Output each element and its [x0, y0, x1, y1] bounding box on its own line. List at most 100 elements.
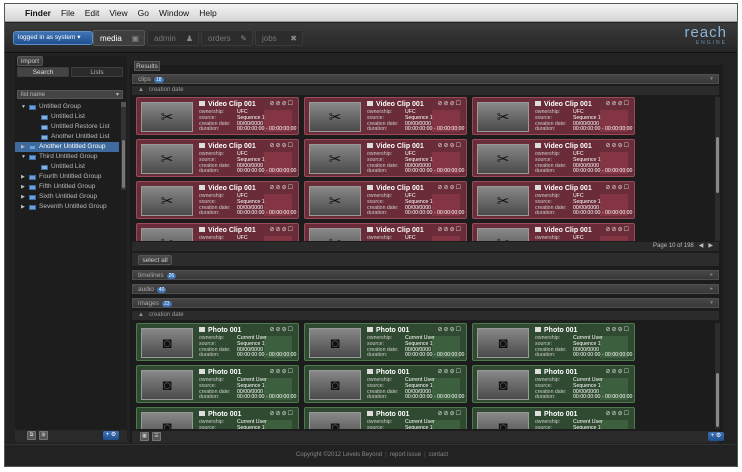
card-controls[interactable]: ⊘⊘⊘☐	[606, 410, 630, 417]
tab-media[interactable]: media ▣	[93, 30, 145, 46]
tree-group[interactable]: ▼ Untitled Group	[15, 102, 119, 112]
card-controls[interactable]: ⊘⊘⊘☐	[270, 410, 294, 417]
folder-add-icon[interactable]: ⊞	[39, 431, 48, 440]
tree-group[interactable]: ▶ Seventh Untitled Group	[15, 202, 119, 212]
card-controls[interactable]: ⊘⊘⊘☐	[606, 368, 630, 375]
gear-icon[interactable]: + ⚙	[103, 431, 119, 440]
video-clip-card[interactable]: ✂ Video Clip 001 ⊘⊘⊘☐ ownership:UFCsource:S…	[472, 139, 635, 177]
tab-admin[interactable]: admin ♟	[147, 30, 199, 46]
card-controls[interactable]: ⊘⊘⊘☐	[606, 142, 630, 149]
disclosure-closed-icon[interactable]: ▶	[21, 202, 25, 212]
video-clip-card[interactable]: ✂ Video Clip 001 ⊘⊘⊘☐ ownership:UFCsource:S…	[136, 139, 299, 177]
tree-group[interactable]: ▶ Another Untitled Group	[15, 142, 119, 152]
photo-card[interactable]: ◙ Photo 001 ⊘⊘⊘☐ ownership: Current User sour…	[304, 365, 467, 403]
card-controls[interactable]: ⊘⊘⊘☐	[270, 142, 294, 149]
list-name-select[interactable]: list name ▾	[17, 90, 123, 99]
tree-group[interactable]: ▼ Third Untitled Group	[15, 152, 119, 162]
photo-card[interactable]: ◙ Photo 001 ⊘⊘⊘☐ ownership: Current User sour…	[136, 407, 299, 429]
images-section-header[interactable]: images 23 ▾	[132, 298, 719, 308]
card-controls[interactable]: ⊘⊘⊘☐	[438, 100, 462, 107]
video-clip-card[interactable]: ✂ Video Clip 001 ⊘⊘⊘☐ ownership:UFCsource:S…	[136, 181, 299, 219]
disclosure-open-icon[interactable]: ▼	[21, 152, 26, 162]
menu-file[interactable]: File	[61, 8, 75, 18]
report-issue-link[interactable]: report issue	[390, 452, 421, 458]
audio-section-header[interactable]: audio 40 ▸	[132, 284, 719, 294]
card-controls[interactable]: ⊘⊘⊘☐	[270, 100, 294, 107]
tab-results[interactable]: Results	[134, 61, 160, 71]
disclosure-closed-icon[interactable]: ▶	[21, 192, 25, 202]
card-controls[interactable]: ⊘⊘⊘☐	[270, 368, 294, 375]
clips-section-header[interactable]: clips 18 ▾	[132, 74, 719, 84]
menu-window[interactable]: Window	[159, 8, 189, 18]
card-controls[interactable]: ⊘⊘⊘☐	[438, 410, 462, 417]
tab-orders[interactable]: orders ✎	[201, 30, 253, 46]
photo-card[interactable]: ◙ Photo 001 ⊘⊘⊘☐ ownership: Current User sour…	[136, 365, 299, 403]
card-controls[interactable]: ⊘⊘⊘☐	[270, 326, 294, 333]
disclosure-closed-icon[interactable]: ▶	[21, 142, 25, 152]
gear-icon[interactable]: + ⚙	[708, 432, 724, 441]
tree-label: Sixth Untitled Group	[39, 193, 98, 200]
timelines-section-header[interactable]: timelines 26 ▸	[132, 270, 719, 280]
card-metadata: ownership:Current Usersource:Sequence 1c…	[367, 335, 465, 359]
menu-help[interactable]: Help	[199, 8, 216, 18]
grid-view-icon[interactable]: ▦	[140, 432, 149, 441]
photo-card[interactable]: ◙ Photo 001 ⊘⊘⊘☐ ownership: Current User sour…	[304, 407, 467, 429]
next-page-icon[interactable]: ▶	[708, 243, 713, 249]
tree-scrollbar[interactable]	[121, 102, 126, 190]
photo-card[interactable]: ◙ Photo 001 ⊘⊘⊘☐ ownership: Current User sour…	[472, 323, 635, 361]
video-clip-card[interactable]: ✂ Video Clip 001 ⊘⊘⊘☐ ownership:UFCsource:S…	[304, 139, 467, 177]
select-all-button[interactable]: select all	[138, 255, 172, 265]
clips-scrollbar[interactable]	[715, 97, 720, 241]
video-clip-card[interactable]: ✂ Video Clip 001 ⊘⊘⊘☐ ownership:UFCsource:S…	[136, 97, 299, 135]
tree-group[interactable]: ▶ Sixth Untitled Group	[15, 192, 119, 202]
card-controls[interactable]: ⊘⊘⊘☐	[270, 226, 294, 233]
video-clip-card[interactable]: ✂ Video Clip 001 ⊘⊘⊘☐ ownership:UFCsource:S…	[472, 181, 635, 219]
copy-icon[interactable]: ⧉	[27, 431, 36, 440]
tree-list[interactable]: Untitled Restore List	[15, 122, 119, 132]
login-dropdown[interactable]: logged in as system ▾	[13, 31, 93, 45]
card-controls[interactable]: ⊘⊘⊘☐	[606, 226, 630, 233]
video-clip-card[interactable]: ✂ Video Clip 001 ⊘⊘⊘☐ ownership:UFCsource:S…	[136, 223, 299, 241]
list-view-icon[interactable]: ☰	[152, 432, 161, 441]
photo-card[interactable]: ◙ Photo 001 ⊘⊘⊘☐ ownership: Current User sour…	[304, 323, 467, 361]
contact-link[interactable]: contact	[429, 452, 448, 458]
card-controls[interactable]: ⊘⊘⊘☐	[438, 184, 462, 191]
card-controls[interactable]: ⊘⊘⊘☐	[606, 100, 630, 107]
tree-list[interactable]: Untitled List	[15, 162, 119, 172]
card-controls[interactable]: ⊘⊘⊘☐	[438, 368, 462, 375]
sort-bar[interactable]: ▲ creation date	[132, 86, 719, 95]
tab-search[interactable]: Search	[17, 67, 69, 77]
menu-view[interactable]: View	[109, 8, 127, 18]
card-controls[interactable]: ⊘⊘⊘☐	[438, 226, 462, 233]
folder-icon	[29, 205, 36, 210]
card-controls[interactable]: ⊘⊘⊘☐	[438, 326, 462, 333]
video-clip-card[interactable]: ✂ Video Clip 001 ⊘⊘⊘☐ ownership:UFCsource:S…	[304, 223, 467, 241]
video-clip-card[interactable]: ✂ Video Clip 001 ⊘⊘⊘☐ ownership:UFCsource:S…	[472, 97, 635, 135]
video-clip-card[interactable]: ✂ Video Clip 001 ⊘⊘⊘☐ ownership:UFCsource:S…	[304, 97, 467, 135]
tree-list[interactable]: Untitled List	[15, 112, 119, 122]
photo-card[interactable]: ◙ Photo 001 ⊘⊘⊘☐ ownership: Current User sour…	[472, 407, 635, 429]
tree-list[interactable]: Another Untitled List	[15, 132, 119, 142]
card-controls[interactable]: ⊘⊘⊘☐	[270, 184, 294, 191]
video-clip-card[interactable]: ✂ Video Clip 001 ⊘⊘⊘☐ ownership:UFCsource:S…	[472, 223, 635, 241]
import-button[interactable]: import	[17, 56, 43, 66]
disclosure-open-icon[interactable]: ▼	[21, 102, 26, 112]
card-controls[interactable]: ⊘⊘⊘☐	[438, 142, 462, 149]
prev-page-icon[interactable]: ◀	[699, 243, 704, 249]
disclosure-closed-icon[interactable]: ▶	[21, 182, 25, 192]
menu-finder[interactable]: Finder	[25, 8, 51, 18]
photo-card[interactable]: ◙ Photo 001 ⊘⊘⊘☐ ownership: Current User sour…	[472, 365, 635, 403]
photo-card[interactable]: ◙ Photo 001 ⊘⊘⊘☐ ownership: Current User sour…	[136, 323, 299, 361]
card-controls[interactable]: ⊘⊘⊘☐	[606, 184, 630, 191]
disclosure-closed-icon[interactable]: ▶	[21, 172, 25, 182]
menu-edit[interactable]: Edit	[85, 8, 100, 18]
video-clip-card[interactable]: ✂ Video Clip 001 ⊘⊘⊘☐ ownership:UFCsource:S…	[304, 181, 467, 219]
tree-group[interactable]: ▶ Fifth Untitled Group	[15, 182, 119, 192]
tree-group[interactable]: ▶ Fourth Untitled Group	[15, 172, 119, 182]
sort-bar[interactable]: ▲ creation date	[132, 311, 719, 320]
menu-go[interactable]: Go	[138, 8, 149, 18]
tab-jobs[interactable]: jobs ✖	[255, 30, 303, 46]
images-scrollbar[interactable]	[715, 323, 720, 429]
tab-lists[interactable]: Lists	[71, 67, 123, 77]
card-controls[interactable]: ⊘⊘⊘☐	[606, 326, 630, 333]
